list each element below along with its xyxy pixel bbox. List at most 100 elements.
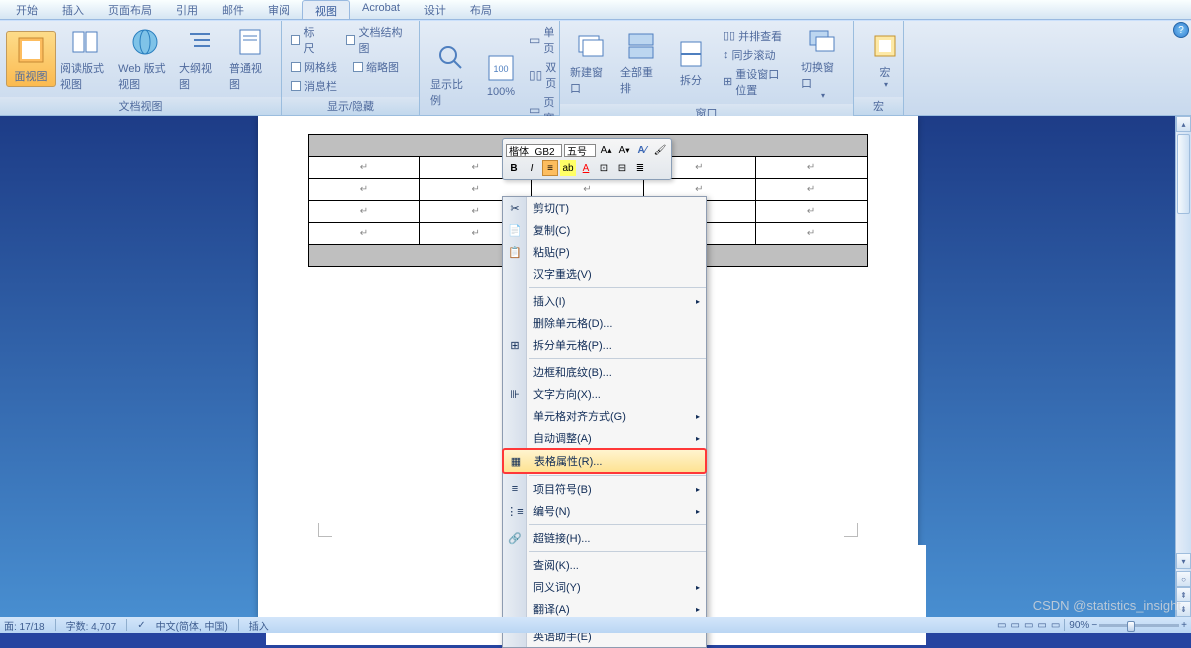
help-icon[interactable]: ?: [1173, 22, 1189, 38]
split-button[interactable]: 拆分: [666, 36, 716, 90]
font-size-selector[interactable]: [564, 144, 596, 157]
zoom-100-button[interactable]: 100 100%: [476, 50, 526, 100]
tab-review[interactable]: 审阅: [256, 0, 302, 19]
bold-button[interactable]: B: [506, 160, 522, 176]
cm-insert[interactable]: 插入(I)▸: [503, 290, 706, 312]
tab-references[interactable]: 引用: [164, 0, 210, 19]
cm-autofit[interactable]: 自动调整(A)▸: [503, 427, 706, 449]
word-count[interactable]: 字数: 4,707: [66, 618, 117, 633]
bullets-button[interactable]: ≣: [632, 160, 648, 176]
tab-insert[interactable]: 插入: [50, 0, 96, 19]
cm-synonyms[interactable]: 同义词(Y)▸: [503, 576, 706, 598]
page-indicator[interactable]: 面: 17/18: [4, 618, 45, 633]
cm-text-direction[interactable]: ⊪文字方向(X)...: [503, 383, 706, 405]
style-button[interactable]: A⁄: [634, 142, 650, 158]
view-outline[interactable]: ▭: [1037, 620, 1046, 631]
format-painter-button[interactable]: 🖌: [652, 142, 668, 158]
scroll-thumb[interactable]: [1177, 134, 1190, 214]
cm-table-properties[interactable]: ▦表格属性(R)...: [502, 448, 707, 474]
chevron-right-icon: ▸: [696, 297, 700, 306]
zoom-button[interactable]: 显示比例: [426, 40, 476, 110]
tab-page-layout[interactable]: 页面布局: [96, 0, 164, 19]
switch-windows-button[interactable]: 切换窗口: [797, 23, 847, 102]
language-indicator[interactable]: 中文(简体, 中国): [156, 618, 228, 633]
view-print-layout[interactable]: ▭: [997, 620, 1006, 631]
margin-mark-left: [318, 523, 332, 537]
chevron-right-icon: ▸: [696, 485, 700, 494]
doc-map-checkbox[interactable]: 文档结构图: [343, 23, 413, 57]
zoom-slider[interactable]: [1099, 624, 1179, 627]
print-layout-icon: [15, 34, 47, 66]
sync-scroll-button[interactable]: ↕同步滚动: [720, 46, 791, 64]
cm-numbering[interactable]: ⋮≡编号(N)▸: [503, 500, 706, 522]
cm-delete-cells[interactable]: 删除单元格(D)...: [503, 312, 706, 334]
text-direction-icon: ⊪: [507, 386, 523, 402]
font-color-button[interactable]: A: [578, 160, 594, 176]
ribbon-tabs: 开始 插入 页面布局 引用 邮件 审阅 视图 Acrobat 设计 布局: [0, 0, 1191, 20]
grow-font-button[interactable]: A▴: [598, 142, 614, 158]
msg-bar-checkbox[interactable]: 消息栏: [288, 77, 340, 95]
view-web[interactable]: ▭: [1024, 620, 1033, 631]
cm-cut[interactable]: ✂剪切(T): [503, 197, 706, 219]
one-page-button[interactable]: ▭单页: [526, 23, 559, 57]
draft-view-button[interactable]: 普通视图: [225, 24, 275, 94]
cm-reconvert[interactable]: 汉字重选(V): [503, 263, 706, 285]
cm-split-cells[interactable]: ⊞拆分单元格(P)...: [503, 334, 706, 356]
zoom-100-icon: 100: [485, 52, 517, 84]
view-draft[interactable]: ▭: [1051, 620, 1060, 631]
reading-view-button[interactable]: 阅读版式视图: [56, 24, 114, 94]
scroll-down-button[interactable]: ▾: [1176, 553, 1191, 569]
web-layout-button[interactable]: Web 版式视图: [114, 24, 175, 94]
view-reading[interactable]: ▭: [1010, 620, 1019, 631]
print-layout-button[interactable]: 面视图: [6, 31, 56, 87]
tab-mailings[interactable]: 邮件: [210, 0, 256, 19]
outline-view-button[interactable]: 大纲视图: [175, 24, 225, 94]
margin-mark-right: [844, 523, 858, 537]
tab-acrobat[interactable]: Acrobat: [350, 0, 412, 19]
thumbnails-checkbox[interactable]: 缩略图: [350, 58, 402, 76]
increase-indent-button[interactable]: ⊟: [614, 160, 630, 176]
cm-cell-alignment[interactable]: 单元格对齐方式(G)▸: [503, 405, 706, 427]
zoom-in-button[interactable]: +: [1181, 620, 1187, 631]
shrink-font-button[interactable]: A▾: [616, 142, 632, 158]
decrease-indent-button[interactable]: ⊡: [596, 160, 612, 176]
center-button[interactable]: ≡: [542, 160, 558, 176]
ruler-checkbox[interactable]: 标尺: [288, 23, 327, 57]
insert-mode[interactable]: 插入: [249, 618, 269, 633]
split-cells-icon: ⊞: [507, 337, 523, 353]
paste-icon: 📋: [507, 244, 523, 260]
group-label-showhide: 显示/隐藏: [282, 97, 419, 115]
cm-lookup[interactable]: 查阅(K)...: [503, 554, 706, 576]
tab-home[interactable]: 开始: [4, 0, 50, 19]
watermark: CSDN @statistics_insight: [1033, 598, 1181, 613]
two-pages-button[interactable]: ▯▯双页: [526, 58, 559, 92]
copy-icon: 📄: [507, 222, 523, 238]
side-by-side-button[interactable]: ▯▯并排查看: [720, 27, 791, 45]
italic-button[interactable]: I: [524, 160, 540, 176]
mini-toolbar: A▴ A▾ A⁄ 🖌 B I ≡ ab A ⊡ ⊟ ≣: [502, 138, 672, 180]
font-selector[interactable]: [506, 144, 562, 157]
new-window-button[interactable]: 新建窗口: [566, 28, 616, 98]
scroll-up-button[interactable]: ▴: [1176, 116, 1191, 132]
browse-object-button[interactable]: ○: [1176, 571, 1191, 587]
cm-borders-shading[interactable]: 边框和底纹(B)...: [503, 361, 706, 383]
tab-layout[interactable]: 布局: [458, 0, 504, 19]
tab-design[interactable]: 设计: [412, 0, 458, 19]
gridlines-checkbox[interactable]: 网格线: [288, 58, 340, 76]
macros-button[interactable]: 宏: [860, 28, 910, 91]
highlight-button[interactable]: ab: [560, 160, 576, 176]
zoom-control[interactable]: 90% − +: [1069, 620, 1187, 631]
cm-bullets[interactable]: ≡项目符号(B)▸: [503, 478, 706, 500]
arrange-all-button[interactable]: 全部重排: [616, 28, 666, 98]
zoom-out-button[interactable]: −: [1091, 620, 1097, 631]
spellcheck-icon[interactable]: ✓: [137, 620, 145, 631]
zoom-value[interactable]: 90%: [1069, 620, 1089, 631]
reset-window-button[interactable]: ⊞重设窗口位置: [720, 65, 791, 99]
tab-view[interactable]: 视图: [302, 0, 350, 19]
cm-hyperlink[interactable]: 🔗超链接(H)...: [503, 527, 706, 549]
vertical-scrollbar[interactable]: ▴ ▾ ○ ⇞ ⇟: [1175, 116, 1191, 617]
cm-paste[interactable]: 📋粘贴(P): [503, 241, 706, 263]
cm-copy[interactable]: 📄复制(C): [503, 219, 706, 241]
split-icon: [675, 38, 707, 70]
reading-layout-icon: [69, 26, 101, 58]
